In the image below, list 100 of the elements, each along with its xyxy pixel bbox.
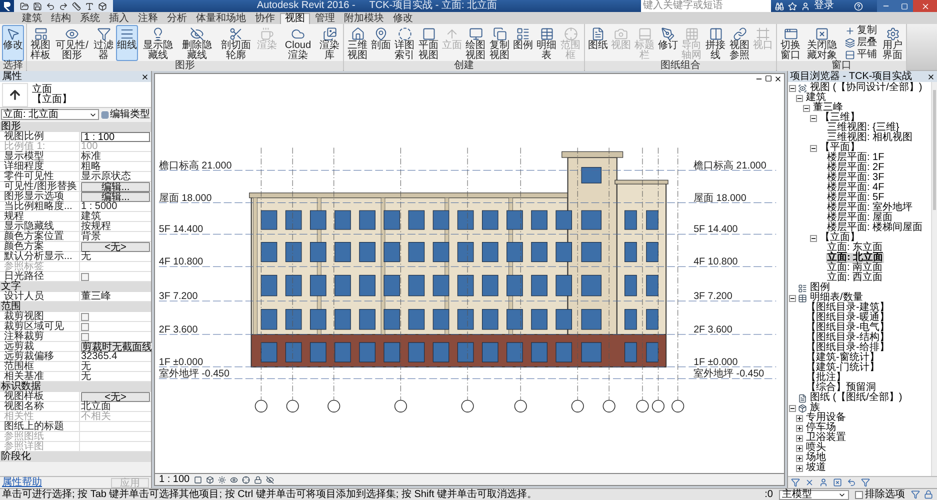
tree-item[interactable]: 【建筑-窗统计】	[805, 353, 880, 363]
tree-item[interactable]: 专用设备	[805, 413, 847, 423]
tree-item[interactable]: 楼层平面: 2F	[826, 163, 886, 173]
property-button[interactable]: 编辑...	[81, 182, 150, 192]
tree-item[interactable]: 喷头	[805, 443, 827, 453]
group-header[interactable]: 图形	[0, 122, 151, 132]
tree-item[interactable]: 【三维】	[819, 113, 861, 123]
tree-item[interactable]: 明细表/数量	[809, 293, 864, 303]
ribbon-button[interactable]: 用户界面	[881, 25, 904, 61]
tree-item[interactable]: 立面: 西立面	[826, 273, 884, 283]
view-scale[interactable]: 1 : 100	[159, 474, 190, 484]
property-button[interactable]: 剪裁时无截面线	[81, 342, 153, 352]
level-label: 5F 14.400	[694, 224, 738, 236]
ribbon-button[interactable]: 修订	[657, 25, 679, 61]
ribbon-button[interactable]: 视图样板	[29, 25, 52, 61]
ribbon-button[interactable]: 复制	[843, 25, 879, 37]
tree-item[interactable]: 图纸 (【图纸/全部】)	[809, 393, 904, 403]
ribbon-button[interactable]: 图例	[512, 25, 534, 61]
ribbon-tab[interactable]: 视图	[280, 13, 310, 24]
tree-item[interactable]: 【图纸目录-暖通】	[805, 313, 890, 323]
ribbon-tab[interactable]: 结构	[47, 13, 75, 24]
tree-item[interactable]: 【建筑-门统计】	[805, 363, 880, 373]
tree-item[interactable]: 【图纸目录-建筑】	[805, 303, 890, 313]
ribbon-button[interactable]: 显示隐藏线	[139, 25, 177, 61]
tree-item[interactable]: 【图纸目录-电气】	[805, 323, 890, 333]
ribbon-button[interactable]: 修改	[2, 25, 24, 61]
property-button[interactable]: 编辑...	[81, 192, 150, 202]
ribbon-button[interactable]: 复制视图	[488, 25, 511, 61]
tree-item[interactable]: 楼层平面: 5F	[826, 193, 886, 203]
tree-item[interactable]: 【综合】预留洞	[805, 383, 877, 393]
ribbon-button[interactable]: 层叠	[843, 37, 879, 49]
group-header[interactable]: 标识数据	[0, 382, 151, 392]
property-button[interactable]: <无>	[81, 392, 150, 402]
tree-item[interactable]: 【立面】	[819, 233, 861, 243]
group-header[interactable]: 阶段化	[0, 452, 151, 462]
tree-item[interactable]: 楼层平面: 室外地坪	[826, 203, 914, 213]
group-header[interactable]: 文字	[0, 282, 151, 292]
ribbon-tab[interactable]: 注释	[134, 13, 162, 24]
ribbon-tab[interactable]: 系统	[76, 13, 104, 24]
tree-item[interactable]: 三维视图: {三维}	[826, 123, 900, 133]
ribbon-button[interactable]: 删除隐藏线	[178, 25, 216, 61]
tree-item[interactable]: 楼层平面: 1F	[826, 153, 886, 163]
type-family: 【立面】	[32, 94, 72, 104]
ribbon-button[interactable]: 关闭隐藏对象	[803, 25, 841, 61]
ribbon-button[interactable]: 图纸	[587, 25, 609, 61]
ribbon-button[interactable]: 平铺	[843, 49, 879, 61]
model-dropdown[interactable]: 主模型	[779, 490, 849, 500]
tree-item[interactable]: 【图纸目录-结构】	[805, 333, 890, 343]
ribbon-button[interactable]: 细线	[116, 25, 138, 61]
ribbon-tab[interactable]: 体量和场地	[192, 13, 250, 24]
tree-item[interactable]: 楼层平面: 楼梯间屋面	[826, 223, 924, 233]
tree-item[interactable]: 停车场	[805, 423, 837, 433]
ribbon-button[interactable]: 详图索引	[393, 25, 416, 61]
tree-item[interactable]: 场地	[805, 453, 827, 463]
tree-item[interactable]: 立面: 北立面	[826, 253, 884, 263]
ribbon-button[interactable]: 绘图视图	[464, 25, 487, 61]
property-input[interactable]: 1 : 100	[81, 132, 150, 142]
ribbon-tab[interactable]: 附加模块	[340, 13, 388, 24]
tree-item[interactable]: 立面: 南立面	[826, 263, 884, 273]
edit-type-button[interactable]: 编辑类型	[101, 109, 150, 120]
ribbon-button[interactable]: 可见性/图形	[53, 25, 91, 61]
tree-item[interactable]: 三维视图: 相机视图	[826, 133, 914, 143]
tree-item[interactable]: 【图纸目录-给排】	[805, 343, 890, 353]
tree-item[interactable]: 图例	[809, 283, 831, 293]
tree-item[interactable]: 楼层平面: 屋面	[826, 213, 894, 223]
ribbon-button[interactable]: 剖切面轮廓	[217, 25, 255, 61]
panel-title: 窗口	[777, 61, 906, 71]
property-button[interactable]: <无>	[81, 242, 150, 252]
ribbon-tab[interactable]: 建筑	[18, 13, 46, 24]
tree-item[interactable]: 族	[809, 403, 821, 413]
ribbon-button[interactable]: 三维视图	[346, 25, 369, 61]
group-header[interactable]: 范围	[0, 302, 151, 312]
ribbon-button[interactable]: 渲染库	[318, 25, 341, 61]
workset-value[interactable]: :0	[764, 490, 773, 500]
tree-item[interactable]: 楼层平面: 4F	[826, 183, 886, 193]
ribbon-button[interactable]: 切换窗口	[779, 25, 802, 61]
instance-dropdown[interactable]: 立面: 北立面	[1, 109, 99, 120]
ribbon-tab[interactable]: 协作	[251, 13, 279, 24]
ribbon-button[interactable]: 拼接线	[704, 25, 727, 61]
drawing-canvas[interactable]: 檐口标高 21.000 檐口标高 21.000 屋面 18.000 屋面 18.000 5F 14.400 5F 14.400 4F 10.800 4F 10.800 3F 7.200 3F 7.200 2F 3.600 2F 3.600 1F ±0.000 1F ±0.000 室外地坪 -0.450 室外地坪 -0.450	[154, 73, 785, 474]
tree-item[interactable]: 卫浴装置	[805, 433, 847, 443]
tree-item[interactable]: 建筑	[805, 93, 827, 103]
ribbon-button[interactable]: 平面视图	[417, 25, 440, 61]
tree-item[interactable]: 楼层平面: 3F	[826, 173, 886, 183]
ribbon-button[interactable]: 剖面	[370, 25, 392, 61]
ribbon-button[interactable]: 过滤器	[92, 25, 115, 61]
ribbon-button[interactable]: Cloud 渲染	[279, 25, 317, 61]
ribbon-tab[interactable]: 管理	[311, 13, 339, 24]
tree-item[interactable]: 董三峰	[812, 103, 844, 113]
tree-item[interactable]: 坡道	[805, 463, 827, 473]
type-selector[interactable]: 立面 【立面】	[0, 82, 151, 108]
tree-item[interactable]: 【批注】	[805, 373, 847, 383]
ribbon-tab[interactable]: 修改	[389, 13, 417, 24]
sign-in-link[interactable]: 登录	[814, 1, 854, 11]
help-link[interactable]: 属性帮助	[2, 478, 42, 488]
tree-item[interactable]: 【平面】	[819, 143, 861, 153]
ribbon-tab[interactable]: 插入	[105, 13, 133, 24]
ribbon-button[interactable]: 明细表	[535, 25, 558, 61]
ribbon-tab[interactable]: 分析	[163, 13, 191, 24]
ribbon-button[interactable]: 视图参照	[728, 25, 751, 61]
